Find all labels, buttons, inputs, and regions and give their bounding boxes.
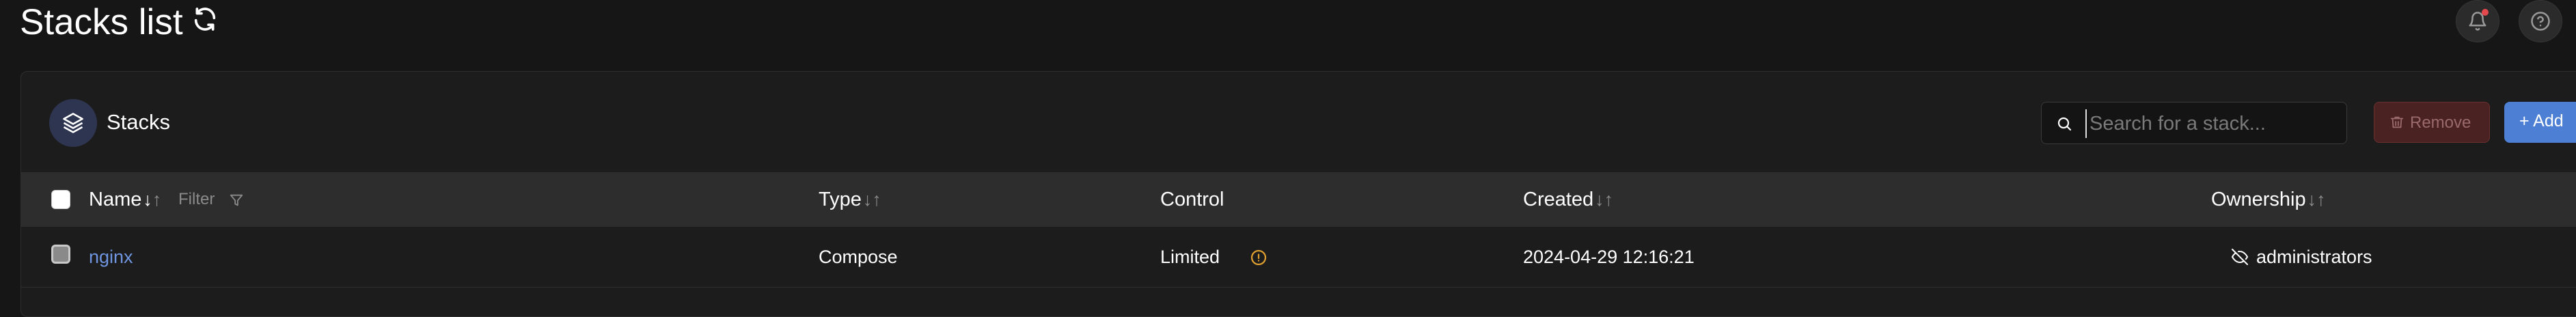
filter-label: Filter <box>178 190 215 208</box>
page-header: Stacks list <box>0 0 2576 68</box>
control-value: Limited <box>1160 247 1220 267</box>
column-label-ownership: Ownership <box>2211 189 2306 210</box>
sort-arrows-type: ↓↑ <box>862 189 881 210</box>
column-header-control: Control <box>1160 172 1224 227</box>
stack-type-cell: Compose <box>819 247 898 267</box>
ownership-value: administrators <box>2256 247 2372 267</box>
stack-created-cell: 2024-04-29 12:16:21 <box>1523 247 1695 267</box>
eye-off-icon <box>2232 249 2248 265</box>
remove-button[interactable]: Remove <box>2374 102 2490 143</box>
filter-icon <box>230 194 243 206</box>
table-header: Name↓↑ Filter Type↓↑ Control Created↓↑ O… <box>21 172 2576 227</box>
stack-ownership-cell: administrators <box>2232 227 2505 287</box>
help-icon <box>2531 12 2550 31</box>
column-label-control: Control <box>1160 189 1224 210</box>
sort-arrows-ownership: ↓↑ <box>2307 189 2326 210</box>
trash-icon <box>2390 116 2404 128</box>
column-header-name[interactable]: Name↓↑ <box>89 172 161 227</box>
stacks-widget: Stacks Remove + Add Name↓↑ Filter Type↓↑ <box>20 71 2576 317</box>
search-icon <box>2057 117 2072 131</box>
info-icon[interactable] <box>1250 249 1267 266</box>
column-header-ownership[interactable]: Ownership↓↑ <box>2211 172 2326 227</box>
sort-arrows-created: ↓↑ <box>1595 189 1614 210</box>
column-label-type: Type <box>819 189 862 210</box>
remove-button-label: Remove <box>2410 113 2471 132</box>
page-title: Stacks list <box>20 2 183 42</box>
stacks-icon <box>63 113 83 133</box>
stacks-icon-badge <box>49 99 97 147</box>
column-label-name: Name <box>89 189 142 210</box>
search-box[interactable] <box>2041 102 2347 144</box>
select-all-checkbox[interactable] <box>51 190 70 209</box>
notifications-button[interactable] <box>2456 0 2499 42</box>
stack-name-cell: nginx <box>89 227 133 287</box>
add-stack-button[interactable]: + Add <box>2504 102 2576 143</box>
add-button-label: + Add <box>2519 111 2564 130</box>
refresh-icon[interactable] <box>191 5 219 33</box>
stack-name-link[interactable]: nginx <box>89 247 133 267</box>
search-input[interactable] <box>2085 109 2344 138</box>
widget-title: Stacks <box>107 110 171 134</box>
column-header-type[interactable]: Type↓↑ <box>819 172 881 227</box>
row-checkbox[interactable] <box>51 245 70 264</box>
help-button[interactable] <box>2519 0 2562 42</box>
stack-control-cell: Limited <box>1160 227 1324 287</box>
column-label-created: Created <box>1523 189 1594 210</box>
sort-arrows-name: ↓↑ <box>143 189 162 210</box>
notification-dot <box>2482 9 2489 16</box>
table-row: nginx Compose Limited 2024-04-29 12:16:2… <box>21 227 2576 288</box>
column-header-created[interactable]: Created↓↑ <box>1523 172 1613 227</box>
name-filter-button[interactable]: Filter <box>178 172 243 227</box>
